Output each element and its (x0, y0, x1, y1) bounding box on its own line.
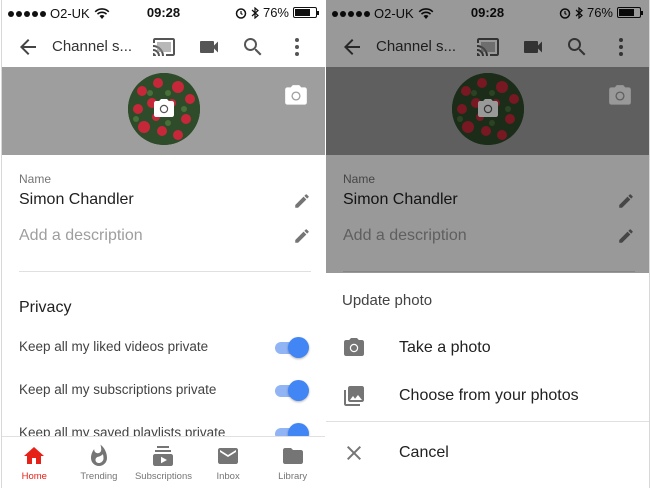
edit-name-pencil-icon[interactable] (293, 192, 311, 210)
nav-label: Library (278, 471, 308, 482)
toggle-switch[interactable] (273, 379, 309, 401)
choose-photo-label: Choose from your photos (399, 387, 579, 404)
nav-item-inbox[interactable]: Inbox (196, 437, 261, 488)
privacy-toggle-row[interactable]: Keep all my subscriptions private (19, 378, 311, 402)
trending-icon (90, 444, 107, 466)
subscriptions-icon (153, 446, 174, 466)
nav-item-trending[interactable]: Trending (67, 437, 132, 488)
update-photo-sheet: Update photo Take a photo Choose from yo… (326, 273, 649, 488)
left-screen: O2-UK 09:28 76% Channel s... Name Simon … (1, 0, 325, 488)
nav-item-subscriptions[interactable]: Subscriptions (131, 437, 196, 488)
search-icon[interactable] (241, 35, 265, 59)
bluetooth-icon (251, 6, 259, 19)
description-placeholder[interactable]: Add a description (19, 227, 143, 245)
sheet-title: Update photo (342, 292, 433, 309)
battery-percent: 76% (262, 5, 289, 20)
app-bar: Channel s... (2, 27, 325, 67)
camera-icon[interactable] (152, 97, 176, 121)
edit-description-pencil-icon[interactable] (293, 227, 311, 245)
toggle-label: Keep all my liked videos private (19, 339, 209, 354)
sheet-divider (326, 421, 649, 422)
back-arrow-icon[interactable] (16, 35, 40, 59)
bottom-nav: Home Trending Subscriptions Inbox Librar… (2, 436, 325, 488)
camera-icon (344, 338, 364, 356)
cancel-button[interactable]: Cancel (326, 433, 649, 473)
modal-scrim[interactable] (326, 0, 649, 273)
photo-library-icon (344, 386, 364, 406)
nav-label: Trending (80, 471, 118, 482)
nav-label: Inbox (216, 471, 240, 482)
divider (19, 271, 311, 272)
name-value: Simon Chandler (19, 191, 134, 208)
privacy-title: Privacy (19, 299, 72, 316)
nav-label: Subscriptions (134, 471, 192, 482)
name-label: Name (19, 172, 52, 186)
video-camera-icon[interactable] (197, 35, 221, 59)
cancel-label: Cancel (399, 444, 449, 461)
toggle-label: Keep all my subscriptions private (19, 382, 217, 397)
battery-icon (293, 7, 319, 18)
home-icon (24, 447, 45, 464)
cast-icon[interactable] (152, 35, 176, 59)
avatar[interactable] (128, 73, 200, 145)
nav-item-library[interactable]: Library (260, 437, 325, 488)
take-photo-label: Take a photo (399, 339, 491, 356)
banner-camera-icon[interactable] (283, 83, 309, 109)
page-title: Channel s... (52, 38, 133, 55)
privacy-toggle-row[interactable]: Keep all my liked videos private (19, 335, 311, 359)
take-photo-option[interactable]: Take a photo (326, 328, 649, 368)
choose-photo-option[interactable]: Choose from your photos (326, 376, 649, 416)
more-vert-icon[interactable] (285, 35, 309, 59)
alarm-icon (235, 7, 247, 19)
library-icon (282, 448, 303, 464)
nav-item-home[interactable]: Home (2, 437, 67, 488)
close-icon (347, 446, 361, 460)
right-screen: O2-UK 09:28 76% Channel s... Name Simon … (326, 0, 650, 488)
inbox-icon (218, 448, 239, 464)
nav-label: Home (21, 471, 47, 482)
status-bar: O2-UK 09:28 76% (2, 0, 325, 27)
toggle-switch[interactable] (273, 336, 309, 358)
channel-banner[interactable] (2, 67, 325, 155)
